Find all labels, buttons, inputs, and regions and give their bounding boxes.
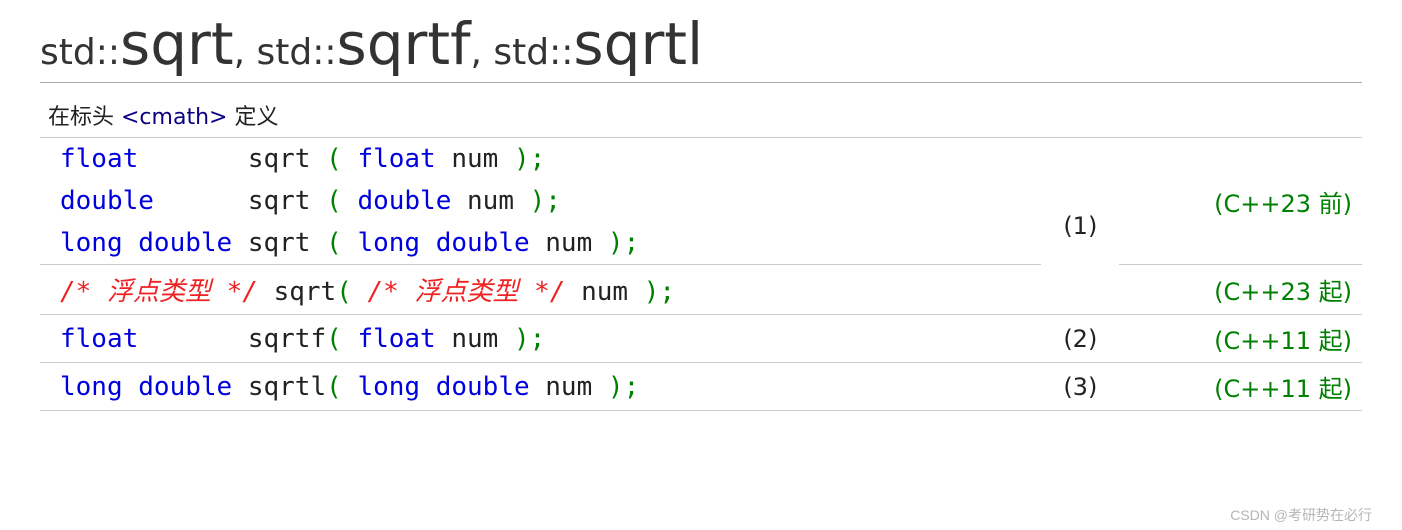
func-name: sqrtl — [248, 372, 326, 402]
overload-number-3: (3) — [1041, 363, 1119, 411]
semicolon: ; — [545, 186, 561, 216]
paren: ( — [326, 228, 357, 258]
type-kw: long double — [60, 372, 248, 402]
paren: ( — [326, 372, 357, 402]
type-kw: double — [60, 186, 248, 216]
semicolon: ; — [530, 144, 546, 174]
decl-row-3: float sqrtf( float num ); (2) (C++11 起) — [40, 315, 1362, 363]
title-fn1: sqrt — [120, 10, 234, 78]
paren: ( — [326, 186, 357, 216]
paren: ( — [336, 277, 367, 307]
header-row: 在标头 <cmath> 定义 — [40, 93, 1362, 138]
version-tag-1: (C++23 前) — [1119, 138, 1362, 265]
arg-name: num — [451, 324, 514, 354]
space — [565, 277, 581, 307]
type-kw: float — [60, 324, 248, 354]
declaration-table: 在标头 <cmath> 定义 float sqrt ( float num );… — [40, 93, 1362, 411]
paren: ) — [530, 186, 546, 216]
title-ns2: std:: — [257, 32, 337, 73]
paren: ( — [326, 324, 357, 354]
title-fn2: sqrtf — [336, 10, 470, 78]
title-ns1: std:: — [40, 32, 120, 73]
title-sep2: , — [471, 32, 494, 73]
arg-type: double — [357, 186, 467, 216]
version-tag-2: (C++23 起) — [1119, 265, 1362, 315]
arg-name: num — [467, 186, 530, 216]
overload-number-2: (2) — [1041, 315, 1119, 363]
paren: ( — [326, 144, 357, 174]
space — [258, 277, 274, 307]
arg-type: long double — [357, 228, 545, 258]
arg-type: float — [357, 324, 451, 354]
semicolon: ; — [530, 324, 546, 354]
func-name: sqrt — [248, 144, 326, 174]
func-name: sqrtf — [248, 324, 326, 354]
decl-row-4: long double sqrtl( long double num ); (3… — [40, 363, 1362, 411]
comment: /* 浮点类型 */ — [368, 277, 566, 307]
header-link-cmath[interactable]: <cmath> — [121, 105, 227, 130]
title-sep1: , — [234, 32, 257, 73]
watermark-text: CSDN @考研势在必行 — [1230, 505, 1372, 525]
page-title: std::sqrt, std::sqrtf, std::sqrtl — [40, 10, 1362, 83]
paren: ) — [514, 144, 530, 174]
paren: ) — [644, 277, 660, 307]
arg-name: num — [451, 144, 514, 174]
header-prefix: 在标头 — [48, 105, 121, 130]
type-kw: float — [60, 144, 248, 174]
arg-name: num — [545, 372, 608, 402]
title-fn3: sqrtl — [573, 10, 703, 78]
paren: ) — [608, 228, 624, 258]
func-name: sqrt — [274, 277, 337, 307]
arg-name: num — [581, 277, 644, 307]
func-name: sqrt — [248, 228, 326, 258]
semicolon: ; — [624, 372, 640, 402]
paren: ) — [514, 324, 530, 354]
type-kw: long double — [60, 228, 248, 258]
arg-name: num — [545, 228, 608, 258]
overload-number-1: (1) — [1041, 138, 1119, 315]
decl-row-2: /* 浮点类型 */ sqrt( /* 浮点类型 */ num ); (C++2… — [40, 265, 1362, 315]
paren: ) — [608, 372, 624, 402]
header-suffix: 定义 — [227, 105, 278, 130]
semicolon: ; — [659, 277, 675, 307]
decl-row-1a: float sqrt ( float num ); (1) (C++23 前) — [40, 138, 1362, 181]
func-name: sqrt — [248, 186, 326, 216]
version-tag-4: (C++11 起) — [1119, 363, 1362, 411]
comment: /* 浮点类型 */ — [60, 277, 258, 307]
title-ns3: std:: — [493, 32, 573, 73]
version-tag-3: (C++11 起) — [1119, 315, 1362, 363]
arg-type: float — [357, 144, 451, 174]
arg-type: long double — [357, 372, 545, 402]
semicolon: ; — [624, 228, 640, 258]
